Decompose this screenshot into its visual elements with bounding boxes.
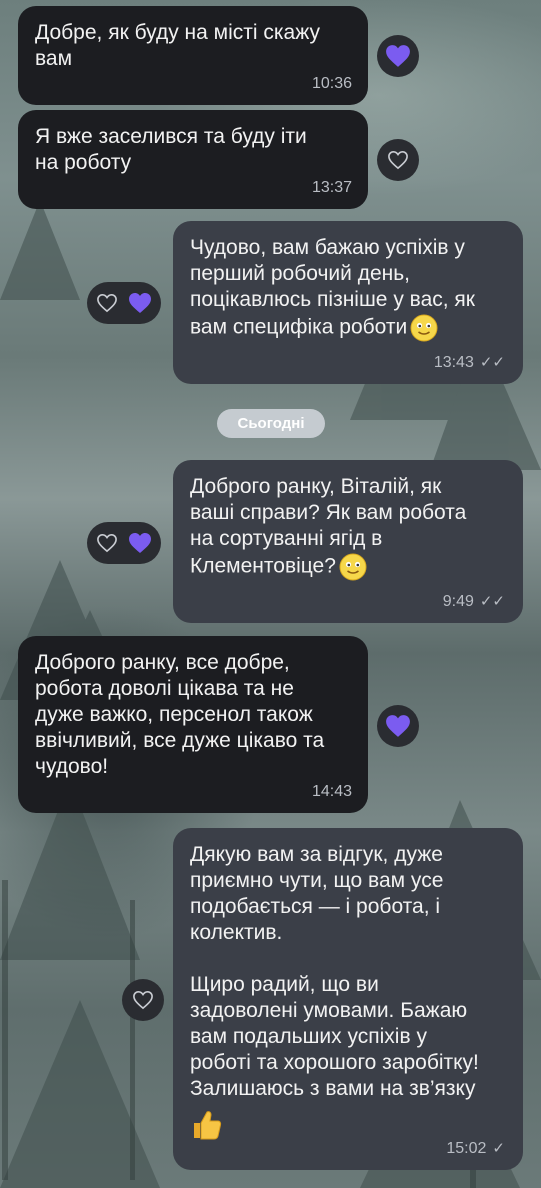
filled-heart-icon xyxy=(386,715,410,737)
filled-heart-icon xyxy=(386,45,410,67)
reaction-button[interactable] xyxy=(377,139,419,181)
thumbs-up-emoji xyxy=(194,1111,222,1140)
smiling-face-emoji xyxy=(410,314,438,342)
double-check-icon: ✓✓ xyxy=(479,593,505,610)
message-time: 13:37 xyxy=(311,179,352,196)
message-text: Дякую вам за відгук, дуже приємно чути, … xyxy=(190,843,479,1100)
message-bubble-incoming[interactable]: Я вже заселився та буду іти на роботу 13… xyxy=(18,110,368,209)
reaction-button[interactable] xyxy=(377,705,419,747)
date-separator: Сьогодні xyxy=(217,409,325,438)
message-time: 15:02 xyxy=(446,1140,487,1157)
reaction-button[interactable] xyxy=(87,282,161,324)
message-bubble-outgoing[interactable]: Дякую вам за відгук, дуже приємно чути, … xyxy=(173,828,523,1170)
outline-heart-icon xyxy=(388,150,408,170)
message-time: 10:36 xyxy=(311,75,352,92)
message-time: 14:43 xyxy=(311,783,352,800)
message-text: Добре, як буду на місті скажу вам xyxy=(35,21,320,70)
message-time: 9:49 xyxy=(442,593,474,610)
reaction-button[interactable] xyxy=(377,35,419,77)
message-text: Доброго ранку, все добре, робота доволі … xyxy=(35,651,325,778)
message-bubble-outgoing[interactable]: Чудово, вам бажаю успіхів у перший робоч… xyxy=(173,221,523,384)
filled-heart-icon xyxy=(129,533,151,553)
filled-heart-icon xyxy=(129,293,151,313)
message-text: Доброго ранку, Віталій, як ваші справи? … xyxy=(190,475,467,578)
single-check-icon: ✓ xyxy=(492,1140,505,1157)
message-bubble-incoming[interactable]: Доброго ранку, все добре, робота доволі … xyxy=(18,636,368,813)
outline-heart-icon xyxy=(97,533,117,553)
smiling-face-emoji xyxy=(339,553,367,581)
reaction-button[interactable] xyxy=(87,522,161,564)
message-time: 13:43 xyxy=(433,354,474,371)
double-check-icon: ✓✓ xyxy=(479,354,505,371)
outline-heart-icon xyxy=(133,990,153,1010)
outline-heart-icon xyxy=(97,293,117,313)
message-text: Я вже заселився та буду іти на роботу xyxy=(35,125,307,174)
message-bubble-outgoing[interactable]: Доброго ранку, Віталій, як ваші справи? … xyxy=(173,460,523,623)
reaction-button[interactable] xyxy=(122,979,164,1021)
message-bubble-incoming[interactable]: Добре, як буду на місті скажу вам 10:36 xyxy=(18,6,368,105)
